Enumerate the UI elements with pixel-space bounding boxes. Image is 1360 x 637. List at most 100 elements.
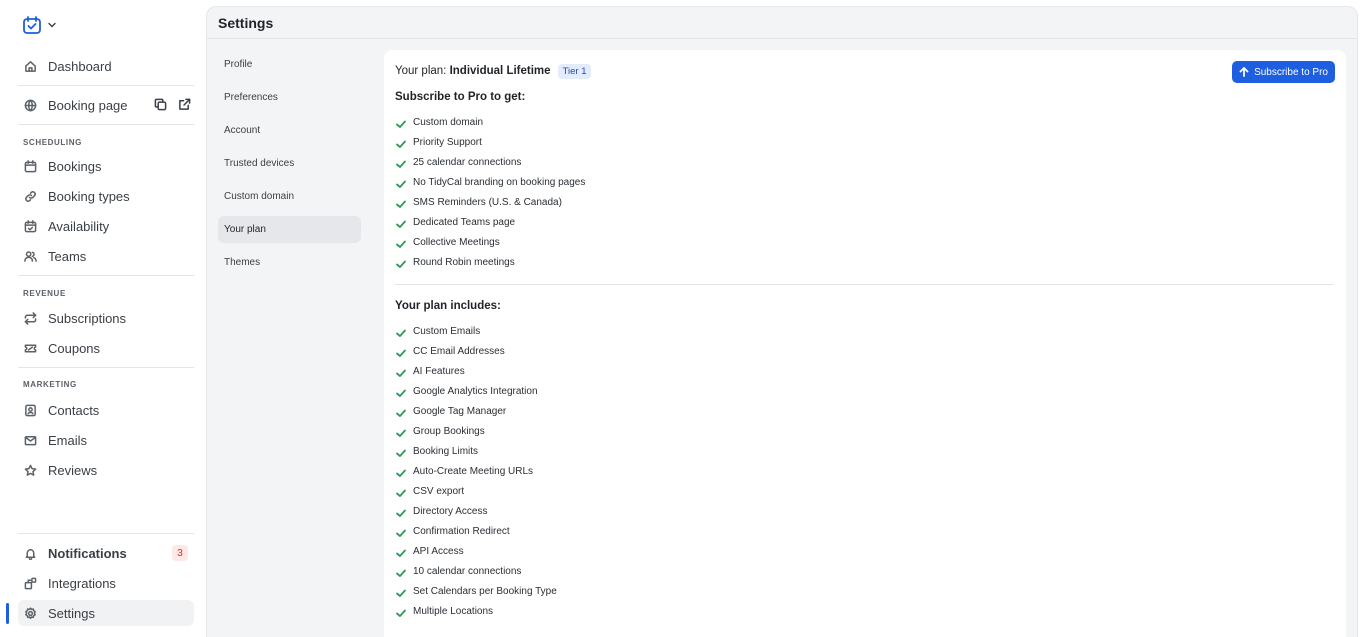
feature-label: Set Calendars per Booking Type bbox=[413, 585, 557, 597]
check-icon bbox=[395, 587, 407, 599]
external-link-icon[interactable] bbox=[178, 98, 191, 111]
feature-item: Group Bookings bbox=[395, 421, 1334, 441]
sidebar-item-availability[interactable]: Availability bbox=[18, 213, 194, 239]
sidebar-item-label: Emails bbox=[48, 432, 88, 448]
feature-label: Auto-Create Meeting URLs bbox=[413, 465, 534, 477]
link-icon bbox=[24, 190, 37, 203]
feature-item: 10 calendar connections bbox=[395, 561, 1334, 581]
feature-label: SMS Reminders (U.S. & Canada) bbox=[413, 196, 562, 208]
feature-item: Set Calendars per Booking Type bbox=[395, 581, 1334, 601]
check-icon bbox=[395, 427, 407, 439]
star-icon bbox=[24, 464, 37, 477]
settings-nav-custom-domain[interactable]: Custom domain bbox=[218, 183, 361, 210]
check-icon bbox=[395, 487, 407, 499]
settings-nav-account[interactable]: Account bbox=[218, 117, 361, 144]
divider bbox=[18, 367, 194, 368]
check-icon bbox=[395, 407, 407, 419]
feature-label: API Access bbox=[413, 545, 464, 557]
sidebar-item-label: Reviews bbox=[48, 462, 98, 478]
divider bbox=[18, 124, 194, 125]
feature-label: Dedicated Teams page bbox=[413, 216, 516, 228]
sidebar-item-bookings[interactable]: Bookings bbox=[18, 153, 194, 179]
sidebar-item-settings[interactable]: Settings bbox=[18, 600, 194, 626]
divider bbox=[18, 275, 194, 276]
plan-label: Your plan: bbox=[395, 65, 450, 77]
settings-nav-profile[interactable]: Profile bbox=[218, 51, 361, 78]
sidebar-item-label: Availability bbox=[48, 218, 110, 234]
check-icon bbox=[395, 118, 407, 130]
feature-label: Directory Access bbox=[413, 505, 488, 517]
feature-item: Collective Meetings bbox=[395, 232, 1334, 252]
feature-item: Google Analytics Integration bbox=[395, 381, 1334, 401]
arrow-up-icon bbox=[1239, 67, 1249, 77]
check-icon bbox=[395, 138, 407, 150]
sidebar-item-teams[interactable]: Teams bbox=[18, 243, 194, 269]
feature-item: Priority Support bbox=[395, 132, 1334, 152]
sidebar-item-label: Subscriptions bbox=[48, 310, 127, 326]
feature-item: CC Email Addresses bbox=[395, 341, 1334, 361]
sidebar-item-booking-page[interactable]: Booking page bbox=[18, 92, 194, 118]
sidebar-item-dashboard[interactable]: Dashboard bbox=[18, 53, 194, 79]
feature-label: Group Bookings bbox=[413, 425, 485, 437]
sidebar: Dashboard Booking page SCHEDULING Bookin… bbox=[0, 0, 206, 637]
subscribe-button-label: Subscribe to Pro bbox=[1254, 66, 1328, 78]
sidebar-item-coupons[interactable]: Coupons bbox=[18, 335, 194, 361]
divider bbox=[395, 284, 1334, 285]
sidebar-item-booking-types[interactable]: Booking types bbox=[18, 183, 194, 209]
feature-label: CC Email Addresses bbox=[413, 345, 505, 357]
subscribe-to-pro-button[interactable]: Subscribe to Pro bbox=[1232, 61, 1335, 83]
pro-features-list: Custom domain Priority Support 25 calendar… bbox=[395, 112, 1334, 272]
sidebar-item-subscriptions[interactable]: Subscriptions bbox=[18, 305, 194, 331]
sidebar-item-emails[interactable]: Emails bbox=[18, 427, 194, 453]
check-icon bbox=[395, 447, 407, 459]
sidebar-item-label: Booking page bbox=[48, 97, 128, 113]
feature-item: Custom domain bbox=[395, 112, 1334, 132]
sidebar-item-contacts[interactable]: Contacts bbox=[18, 397, 194, 423]
feature-item: 25 calendar connections bbox=[395, 152, 1334, 172]
plan-card: Your plan: Individual Lifetime Tier 1 Su… bbox=[384, 50, 1346, 637]
feature-item: Booking Limits bbox=[395, 441, 1334, 461]
feature-item: Auto-Create Meeting URLs bbox=[395, 461, 1334, 481]
section-label-scheduling: SCHEDULING bbox=[23, 138, 82, 147]
feature-label: No TidyCal branding on booking pages bbox=[413, 176, 586, 188]
settings-nav-trusted-devices[interactable]: Trusted devices bbox=[218, 150, 361, 177]
check-icon bbox=[395, 198, 407, 210]
divider bbox=[18, 85, 194, 86]
feature-label: AI Features bbox=[413, 365, 465, 377]
feature-label: Custom Emails bbox=[413, 325, 481, 337]
sidebar-item-notifications[interactable]: Notifications 3 bbox=[18, 540, 194, 566]
sidebar-item-label: Integrations bbox=[48, 575, 116, 591]
sidebar-item-label: Dashboard bbox=[48, 58, 112, 74]
bell-icon bbox=[24, 547, 37, 560]
settings-nav-themes[interactable]: Themes bbox=[218, 249, 361, 276]
feature-item: Confirmation Redirect bbox=[395, 521, 1334, 541]
plan-summary: Your plan: Individual Lifetime Tier 1 bbox=[395, 62, 1334, 80]
settings-nav-preferences[interactable]: Preferences bbox=[218, 84, 361, 111]
sidebar-item-label: Booking types bbox=[48, 188, 130, 204]
sidebar-item-reviews[interactable]: Reviews bbox=[18, 457, 194, 483]
page-header: Settings bbox=[207, 7, 1357, 39]
check-icon bbox=[395, 567, 407, 579]
active-indicator bbox=[6, 603, 9, 624]
check-icon bbox=[395, 547, 407, 559]
sidebar-item-integrations[interactable]: Integrations bbox=[18, 570, 194, 596]
divider bbox=[18, 533, 194, 534]
check-icon bbox=[395, 527, 407, 539]
section-label-revenue: REVENUE bbox=[23, 289, 66, 298]
notifications-count-badge: 3 bbox=[172, 545, 188, 561]
copy-icon[interactable] bbox=[154, 98, 167, 111]
feature-label: 10 calendar connections bbox=[413, 565, 522, 577]
check-icon bbox=[395, 347, 407, 359]
feature-item: Google Tag Manager bbox=[395, 401, 1334, 421]
settings-nav-your-plan[interactable]: Your plan bbox=[218, 216, 361, 243]
section-label-marketing: MARKETING bbox=[23, 380, 77, 389]
ticket-icon bbox=[24, 342, 37, 355]
check-icon bbox=[395, 607, 407, 619]
contact-card-icon bbox=[24, 404, 37, 417]
workspace-switcher[interactable] bbox=[22, 15, 56, 35]
feature-item: No TidyCal branding on booking pages bbox=[395, 172, 1334, 192]
calendar-clock-icon bbox=[24, 219, 37, 233]
page-title: Settings bbox=[218, 14, 274, 31]
feature-item: Custom Emails bbox=[395, 321, 1334, 341]
sidebar-item-label: Settings bbox=[48, 605, 95, 621]
